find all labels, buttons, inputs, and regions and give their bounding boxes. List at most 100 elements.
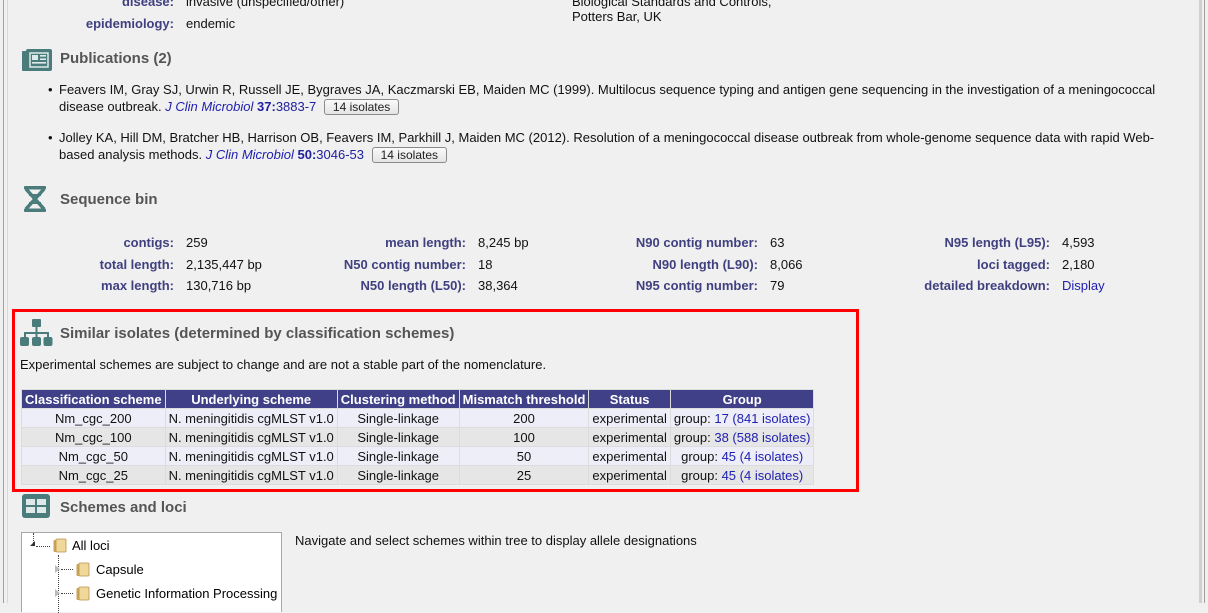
folder-icon — [76, 562, 90, 577]
window-border-left-inner — [7, 0, 8, 603]
similar-isolates-title: Similar isolates (determined by classifi… — [60, 325, 455, 342]
group-prefix: group: — [681, 467, 722, 483]
tree-item-genetic-information-processing[interactable]: Genetic Information Processing — [96, 586, 277, 601]
cell-group: group: 17 (841 isolates) — [670, 409, 814, 427]
cell-method: Single-linkage — [337, 466, 459, 484]
cell-group: group: 45 (4 isolates) — [670, 466, 814, 484]
window-border-left — [3, 0, 4, 603]
isolates-button[interactable]: 14 isolates — [371, 147, 447, 163]
publication-item: • Jolley KA, Hill DM, Bratcher HB, Harri… — [48, 129, 1168, 163]
cell-underlying: N. meningitidis cgMLST v1.0 — [165, 409, 337, 427]
tree-connector — [61, 593, 73, 594]
column-header: Underlying scheme — [165, 390, 337, 408]
stat-value-n95-contig-number: 79 — [770, 278, 785, 293]
stat-value-n95-length: 4,593 — [1062, 235, 1095, 250]
group-prefix: group: — [673, 429, 715, 445]
window-border-right — [1204, 0, 1205, 603]
stat-label-n50-contig-number: N50 contig number: — [343, 257, 466, 272]
group-link[interactable]: 38 (588 isolates) — [714, 430, 810, 445]
cell-threshold: 200 — [459, 409, 589, 427]
schemes-loci-title: Schemes and loci — [60, 499, 187, 516]
loci-tree: All loci Capsule Genetic Information Pro… — [21, 532, 282, 613]
column-header: Classification scheme — [22, 390, 165, 408]
cell-status: experimental — [589, 466, 670, 484]
stat-label-n90-contig-number: N90 contig number: — [635, 235, 758, 250]
group-prefix: group: — [681, 448, 722, 464]
table-row: Nm_cgc_100 N. meningitidis cgMLST v1.0 S… — [22, 428, 814, 446]
cell-status: experimental — [589, 409, 670, 427]
tree-connector — [61, 569, 73, 570]
cell-threshold: 100 — [459, 428, 589, 446]
table-header-row: Classification scheme Underlying scheme … — [22, 390, 814, 408]
column-header: Status — [589, 390, 670, 408]
table-row: Nm_cgc_25 N. meningitidis cgMLST v1.0 Si… — [22, 466, 814, 484]
bullet: • — [48, 130, 53, 145]
column-header: Mismatch threshold — [459, 390, 589, 408]
stat-value-max-length: 130,716 bp — [186, 278, 252, 293]
epidemiology-value: endemic — [186, 16, 236, 31]
column-header: Group — [670, 390, 814, 408]
table-row: Nm_cgc_200 N. meningitidis cgMLST v1.0 S… — [22, 409, 814, 427]
newspaper-icon — [22, 49, 52, 71]
publications-title: Publications (2) — [60, 50, 172, 67]
sequence-bin-title: Sequence bin — [60, 191, 158, 208]
tree-item-all-loci[interactable]: All loci — [72, 538, 110, 553]
cell-scheme: Nm_cgc_200 — [22, 409, 165, 427]
dna-icon — [24, 186, 46, 212]
experimental-note: Experimental schemes are subject to chan… — [20, 357, 547, 372]
tree-connector — [36, 546, 50, 547]
journal-volume: 37: — [257, 99, 276, 114]
tree-item-capsule[interactable]: Capsule — [96, 562, 144, 577]
stat-value-n90-length: 8,066 — [770, 257, 803, 272]
scrollbar-track[interactable] — [1199, 0, 1202, 603]
folder-icon — [53, 538, 67, 553]
cell-group: group: 45 (4 isolates) — [670, 447, 814, 465]
cell-method: Single-linkage — [337, 447, 459, 465]
stat-label-max-length: max length: — [101, 278, 174, 293]
collapse-arrow-icon[interactable] — [30, 541, 35, 546]
cell-threshold: 50 — [459, 447, 589, 465]
tree-connector — [58, 555, 59, 613]
epidemiology-label: epidemiology: — [85, 16, 174, 31]
journal-link[interactable]: J Clin Microbiol — [206, 147, 294, 162]
isolates-button[interactable]: 14 isolates — [323, 99, 400, 115]
stat-label-n95-length: N95 length (L95): — [944, 235, 1050, 250]
classification-table: Classification scheme Underlying scheme … — [21, 389, 815, 485]
display-breakdown-link[interactable]: Display — [1062, 278, 1105, 293]
stat-label-mean-length: mean length: — [385, 235, 466, 250]
expand-arrow-icon[interactable] — [55, 589, 60, 597]
disease-value: invasive (unspecified/other) — [186, 0, 345, 9]
cell-scheme: Nm_cgc_25 — [22, 466, 165, 484]
column-header: Clustering method — [337, 390, 459, 408]
table-row: Nm_cgc_50 N. meningitidis cgMLST v1.0 Si… — [22, 447, 814, 465]
grid-table-icon — [22, 494, 50, 518]
cell-status: experimental — [589, 428, 670, 446]
group-link[interactable]: 17 (841 isolates) — [714, 411, 810, 426]
journal-pages: 3883-7 — [275, 99, 317, 114]
cell-threshold: 25 — [459, 466, 589, 484]
address-line-1: Biological Standards and Controls, — [572, 0, 772, 9]
journal-volume: 50: — [297, 147, 317, 162]
cell-method: Single-linkage — [337, 428, 459, 446]
cell-method: Single-linkage — [337, 409, 459, 427]
publication-item: • Feavers IM, Gray SJ, Urwin R, Russell … — [48, 81, 1168, 115]
group-link[interactable]: 45 (4 isolates) — [722, 468, 804, 483]
expand-arrow-icon[interactable] — [55, 565, 60, 573]
group-link[interactable]: 45 (4 isolates) — [722, 449, 804, 464]
journal-link[interactable]: J Clin Microbiol — [165, 99, 253, 114]
cell-group: group: 38 (588 isolates) — [670, 428, 814, 446]
stat-label-total-length: total length: — [99, 257, 174, 272]
cell-status: experimental — [589, 447, 670, 465]
stat-value-mean-length: 8,245 bp — [478, 235, 529, 250]
stat-value-n90-contig-number: 63 — [770, 235, 785, 250]
hierarchy-icon — [20, 319, 53, 346]
stat-label-contigs: contigs: — [123, 235, 174, 250]
stat-value-n50-contig-number: 18 — [478, 257, 493, 272]
cell-underlying: N. meningitidis cgMLST v1.0 — [165, 447, 337, 465]
stat-label-n95-contig-number: N95 contig number: — [635, 278, 758, 293]
cell-scheme: Nm_cgc_100 — [22, 428, 165, 446]
cell-underlying: N. meningitidis cgMLST v1.0 — [165, 466, 337, 484]
folder-icon — [76, 586, 90, 601]
group-prefix: group: — [673, 410, 715, 426]
address-line-2: Potters Bar, UK — [572, 9, 662, 24]
